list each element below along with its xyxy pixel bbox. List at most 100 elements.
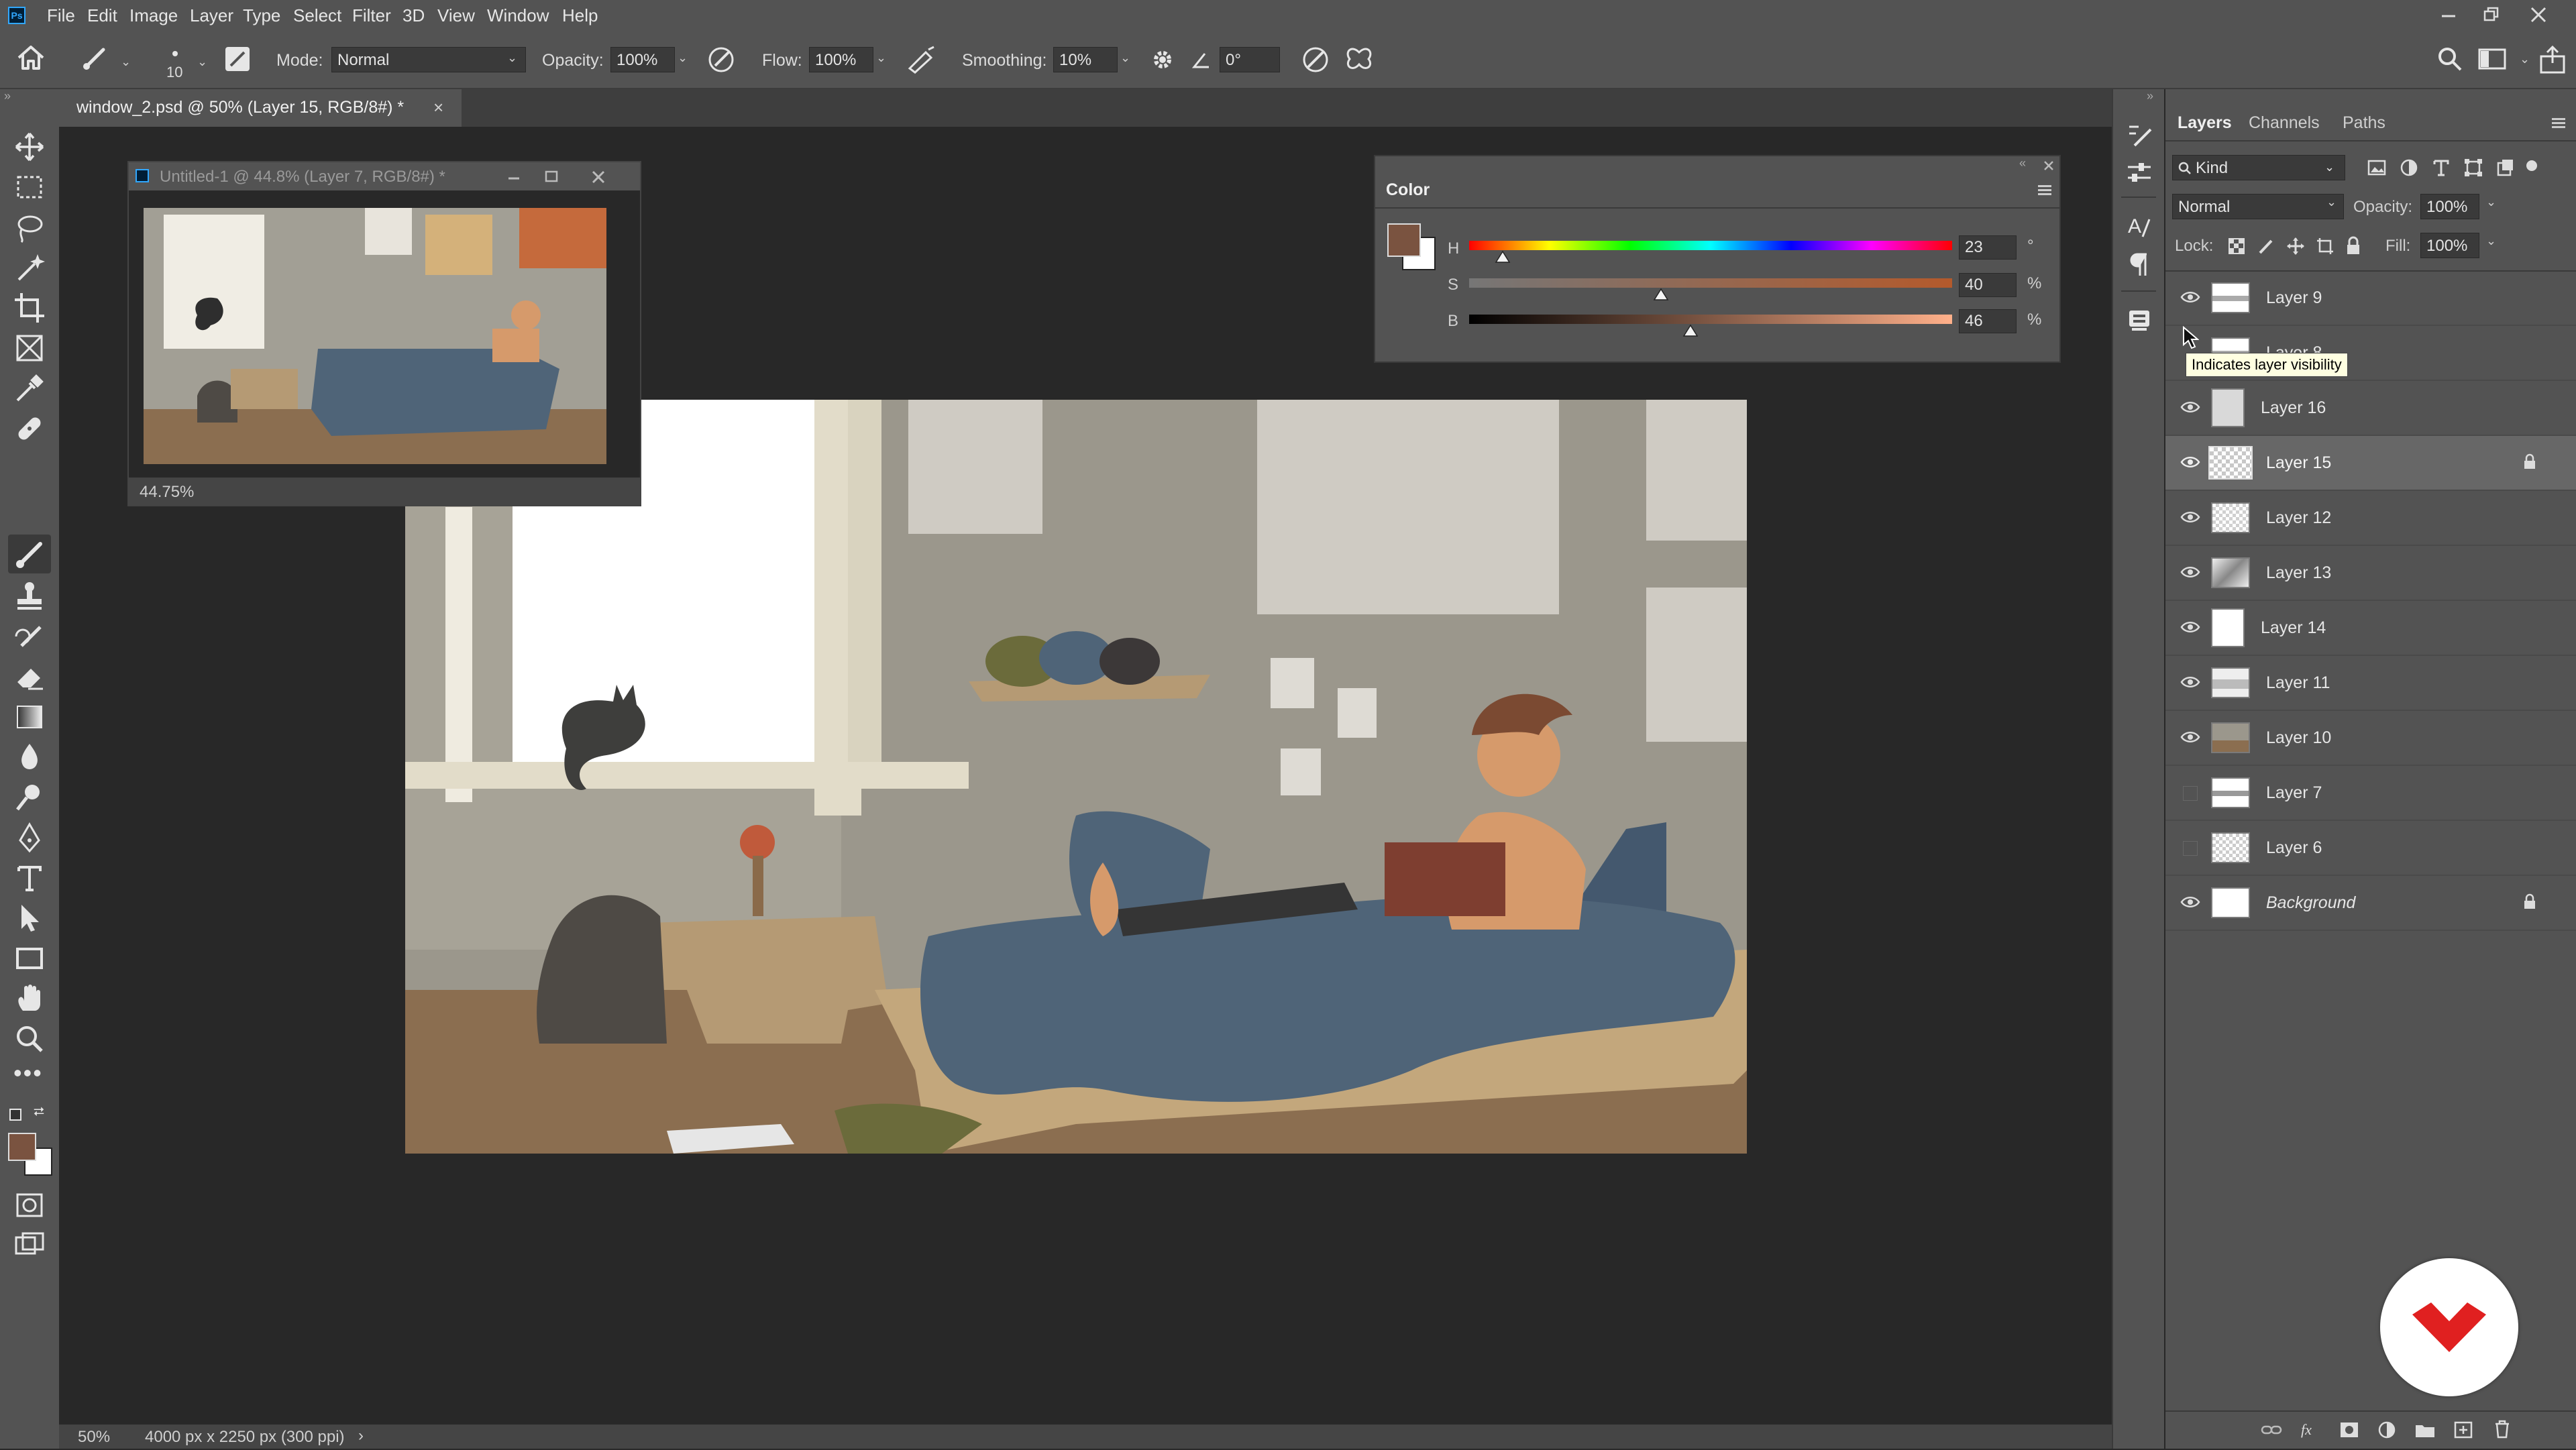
eye-hidden-empty-box[interactable] [2183,841,2198,856]
menu-view[interactable]: View [437,0,475,31]
workspace-icon[interactable] [2478,47,2506,71]
menu-help[interactable]: Help [562,0,598,31]
new-group-folder-icon[interactable] [2414,1420,2436,1440]
chevron-down-icon[interactable]: ⌄ [2520,52,2530,66]
foreground-color-swatch[interactable] [8,1133,36,1161]
layer-row-7[interactable]: Layer 7 [2165,766,2576,821]
pressure-size-icon[interactable] [1301,46,1330,74]
layer-row-9[interactable]: Layer 9 [2165,271,2576,326]
document-tab-title[interactable]: window_2.psd @ 50% (Layer 15, RGB/8#) * [76,98,404,117]
path-selection-tool-icon[interactable] [12,901,47,936]
chevron-down-icon[interactable]: ⌄ [2486,195,2496,209]
layer-row-15-selected[interactable]: Layer 15 [2165,436,2576,491]
menu-3d[interactable]: 3D [402,0,425,31]
floating-window-artwork[interactable] [144,208,606,464]
menu-filter[interactable]: Filter [352,0,391,31]
libraries-icon[interactable] [2125,305,2153,333]
filter-type-icon[interactable] [2431,158,2451,178]
gradient-tool-icon[interactable] [12,700,47,734]
clone-stamp-tool-icon[interactable] [12,579,47,614]
brush-settings-icon[interactable] [2125,120,2153,148]
layer-name[interactable]: Layer 12 [2266,508,2331,528]
filter-toggle-icon[interactable] [2526,160,2537,171]
brightness-slider-track[interactable] [1469,315,1952,324]
brightness-value-input[interactable]: 46 [1959,309,2017,333]
menu-edit[interactable]: Edit [87,0,117,31]
mode-select[interactable]: Normal [331,47,526,72]
layer-row-background[interactable]: Background [2165,876,2576,931]
layer-row-14[interactable]: Layer 14 [2165,601,2576,656]
chevron-down-icon[interactable]: ⌄ [678,51,688,65]
panel-menu-icon[interactable] [2037,183,2053,197]
floating-document-window[interactable]: Untitled-1 @ 44.8% (Layer 7, RGB/8#) * 4… [127,161,641,506]
lock-image-pixels-icon[interactable] [2257,237,2275,256]
floating-window-zoom[interactable]: 44.75% [140,483,194,502]
tab-channels[interactable]: Channels [2249,113,2320,133]
eye-visibility-icon[interactable] [2180,452,2200,472]
dodge-tool-icon[interactable] [12,780,47,815]
layer-name[interactable]: Layer 6 [2266,838,2322,858]
filter-shape-icon[interactable] [2463,158,2483,178]
menu-type[interactable]: Type [243,0,280,31]
lock-all-icon[interactable] [2344,235,2363,256]
eye-visibility-icon[interactable] [2180,397,2200,417]
color-panel-collapse-icon[interactable]: « [2019,156,2026,170]
filter-adjustment-icon[interactable] [2399,158,2419,178]
tab-paths[interactable]: Paths [2343,113,2385,133]
fill-input[interactable]: 100% [2420,233,2479,258]
frame-tool-icon[interactable] [12,331,47,366]
layer-row-12[interactable]: Layer 12 [2165,491,2576,546]
hue-slider-track[interactable] [1469,241,1952,250]
eye-hidden-empty-box[interactable] [2183,786,2198,801]
layer-name[interactable]: Layer 7 [2266,783,2322,803]
document-tab[interactable]: window_2.psd @ 50% (Layer 15, RGB/8#) * … [59,89,462,127]
document-tab-close-icon[interactable]: × [433,97,443,118]
layer-row-6[interactable]: Layer 6 [2165,821,2576,876]
chevron-down-icon[interactable]: ⌄ [2486,234,2496,248]
smoothing-input[interactable]: 10% [1053,47,1118,72]
character-panel-icon[interactable]: A [2125,213,2153,241]
lock-artboard-icon[interactable] [2316,237,2334,256]
hue-slider-handle-icon[interactable] [1495,250,1511,264]
eye-visibility-icon[interactable] [2180,727,2200,747]
chevron-down-icon[interactable]: ⌄ [507,51,517,65]
chevron-down-icon[interactable]: ⌄ [197,55,207,69]
layer-name[interactable]: Layer 10 [2266,728,2331,748]
layer-row-11[interactable]: Layer 11 [2165,656,2576,711]
close-icon[interactable] [2529,5,2548,24]
menu-file[interactable]: File [47,0,75,31]
close-icon[interactable] [590,169,606,185]
lock-position-icon[interactable] [2286,237,2305,256]
panel-foreground-swatch[interactable] [1387,223,1421,257]
layer-row-16[interactable]: Layer 16 [2165,381,2576,436]
adjustments-icon[interactable] [2125,159,2153,187]
chevron-down-icon[interactable]: ⌄ [1120,51,1130,65]
layer-name[interactable]: Layer 16 [2261,398,2326,418]
eye-visibility-icon[interactable] [2180,672,2200,692]
layer-name[interactable]: Layer 9 [2266,288,2322,308]
hand-tool-icon[interactable] [12,981,47,1016]
angle-input[interactable]: 0° [1220,47,1280,72]
blur-tool-icon[interactable] [12,740,47,775]
layer-name[interactable]: Layer 11 [2266,673,2330,693]
filter-smart-object-icon[interactable] [2496,158,2516,178]
color-panel-title[interactable]: Color [1386,180,1430,200]
saturation-slider-handle-icon[interactable] [1653,288,1669,301]
brush-tool-preset-icon[interactable] [80,44,110,71]
marquee-tool-icon[interactable] [12,170,47,205]
saturation-value-input[interactable]: 40 [1959,273,2017,297]
share-icon[interactable] [2538,44,2567,74]
flow-input[interactable]: 100% [809,47,873,72]
opacity-input[interactable]: 100% [610,47,675,72]
dock-collapse-icon[interactable]: » [2147,89,2153,103]
link-layers-icon[interactable] [2261,1421,2282,1440]
menu-window[interactable]: Window [487,0,549,31]
layer-opacity-input[interactable]: 100% [2420,194,2479,219]
layer-name[interactable]: Layer 15 [2266,453,2331,473]
eraser-tool-icon[interactable] [12,659,47,694]
chevron-down-icon[interactable]: ⌄ [876,51,886,65]
menu-layer[interactable]: Layer [190,0,233,31]
lock-transparent-pixels-icon[interactable] [2227,237,2246,256]
screen-mode-icon[interactable] [12,1228,47,1263]
close-icon[interactable] [2042,159,2055,172]
